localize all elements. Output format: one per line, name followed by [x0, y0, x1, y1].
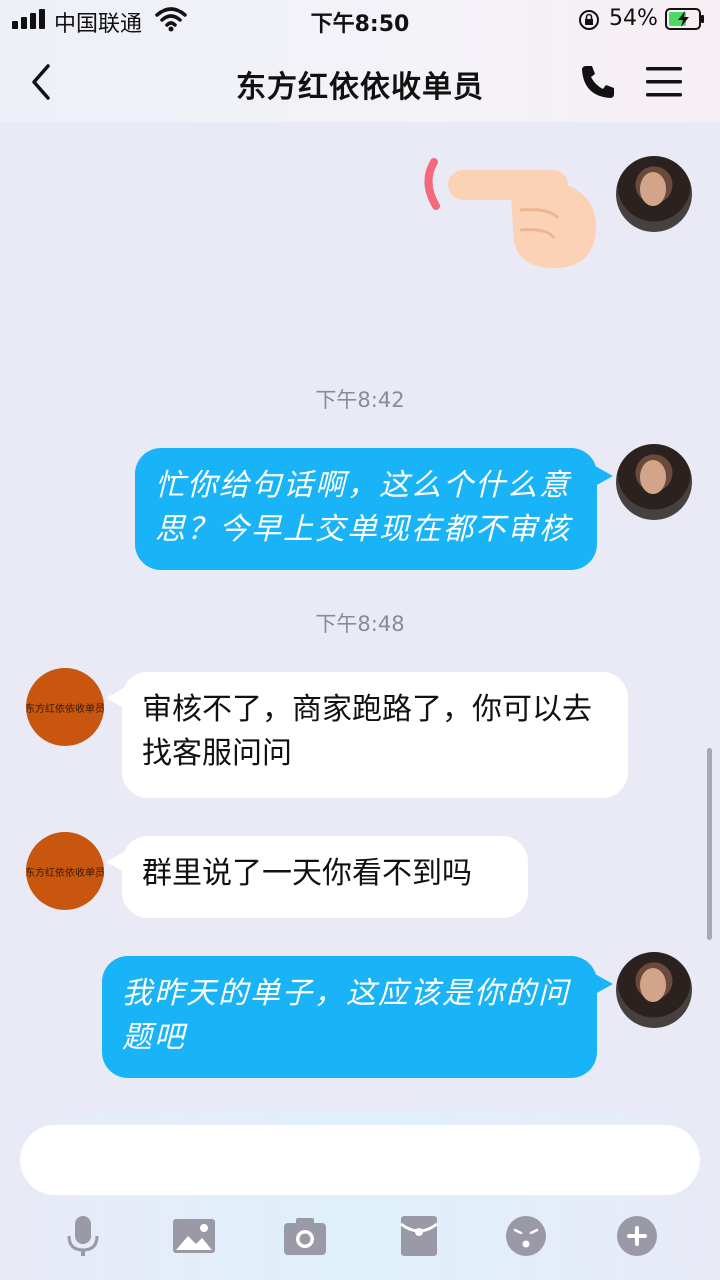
plus-icon[interactable]	[615, 1214, 659, 1258]
mic-icon[interactable]	[61, 1214, 105, 1258]
outgoing-message-bubble[interactable]: 我昨天的单子，这应该是你的问题吧	[102, 956, 597, 1078]
input-area	[0, 1110, 720, 1280]
menu-icon[interactable]	[644, 64, 684, 100]
battery-icon	[665, 8, 704, 30]
emoji-icon[interactable]	[504, 1214, 548, 1258]
incoming-message-bubble[interactable]: 群里说了一天你看不到吗	[122, 836, 528, 918]
incoming-message-bubble[interactable]: 审核不了，商家跑路了，你可以去找客服问问	[122, 672, 628, 798]
message-input[interactable]	[20, 1125, 700, 1195]
store-avatar[interactable]: 东方红依依收单员	[26, 668, 104, 746]
outgoing-message-bubble[interactable]: 忙你给句话啊，这么个什么意思？今早上交单现在都不审核	[135, 448, 597, 570]
camera-icon[interactable]	[283, 1214, 327, 1258]
scrollbar[interactable]	[707, 748, 712, 940]
navigation-bar: 东方红依依收单员	[0, 40, 720, 122]
user-avatar[interactable]	[616, 952, 692, 1028]
battery-percentage: 54%	[609, 6, 658, 31]
rotation-lock-icon	[579, 10, 599, 30]
chat-area[interactable]: 下午8:42 忙你给句话啊，这么个什么意思？今早上交单现在都不审核 下午8:48…	[0, 122, 720, 1110]
pointing-hand-emoji[interactable]	[420, 152, 600, 272]
phone-icon[interactable]	[578, 62, 618, 102]
timestamp: 下午8:42	[315, 388, 405, 412]
timestamp: 下午8:48	[315, 612, 405, 636]
red-packet-icon[interactable]	[397, 1214, 441, 1258]
bubble-tail	[595, 974, 613, 994]
status-bar: 中国联通 下午8:50 54%	[0, 0, 720, 40]
store-avatar[interactable]: 东方红依依收单员	[26, 832, 104, 910]
user-avatar[interactable]	[616, 444, 692, 520]
image-icon[interactable]	[172, 1214, 216, 1258]
bubble-tail	[595, 466, 613, 486]
user-avatar[interactable]	[616, 156, 692, 232]
